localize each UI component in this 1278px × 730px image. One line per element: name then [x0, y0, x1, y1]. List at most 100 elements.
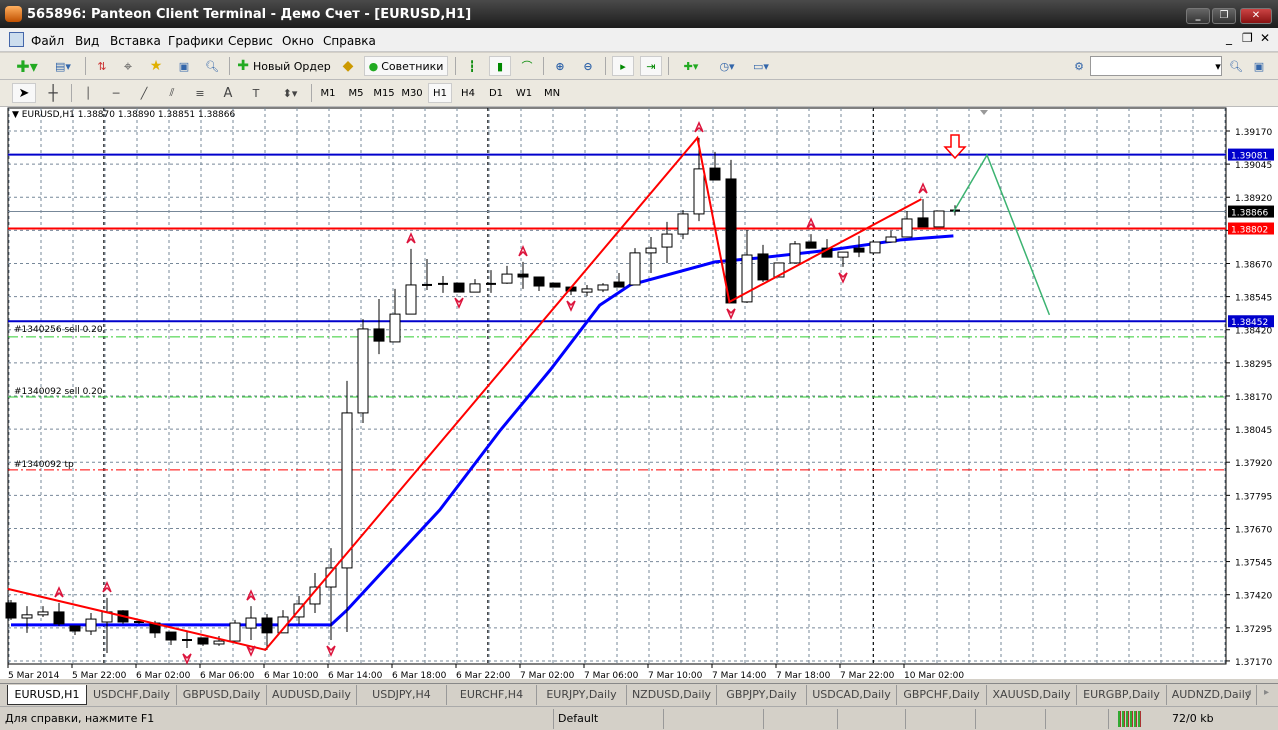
menu-tools[interactable]: Сервис — [228, 34, 273, 48]
chart-tab[interactable]: GBPUSD,Daily — [177, 685, 267, 705]
settings-gear-icon[interactable]: ⚙ — [1070, 56, 1088, 76]
mdi-minimize-button[interactable]: _ — [1226, 31, 1232, 45]
chart-tab[interactable]: USDCHF,Daily — [87, 685, 177, 705]
auto-scroll-icon[interactable]: ▸ — [612, 56, 634, 76]
candle-bull — [85, 618, 97, 632]
price-chart[interactable]: 1.391701.390451.389201.387951.386701.385… — [0, 107, 1278, 679]
expert-advisors-button[interactable]: ● Советники — [364, 56, 448, 76]
chart-tabs: EURUSD,H1 USDCHF,Daily GBPUSD,Daily AUDUSD,… — [0, 683, 1278, 705]
connection-status-icon[interactable] — [1118, 711, 1142, 727]
zoom-in-icon[interactable]: ⊕ — [550, 56, 570, 76]
chart-tab[interactable]: AUDUSD,Daily — [267, 685, 357, 705]
timeframe-h1[interactable]: H1 — [428, 83, 452, 103]
mdi-restore-button[interactable]: ❐ — [1242, 31, 1253, 45]
timeframe-m5[interactable]: M5 — [344, 83, 368, 103]
candle-bull — [37, 611, 49, 616]
search-icon[interactable]: 🔍︎ — [1227, 56, 1245, 76]
minimize-button[interactable]: _ — [1186, 8, 1210, 24]
zoom-out-icon[interactable]: ⊖ — [578, 56, 598, 76]
tab-scroll-right-icon[interactable]: ▸ — [1264, 687, 1269, 698]
timeframe-d1[interactable]: D1 — [484, 83, 508, 103]
templates-icon[interactable]: ▭▾ — [746, 56, 776, 76]
new-order-button[interactable]: ✚ Новый Ордер — [236, 56, 332, 76]
chart-tab[interactable]: AUDNZD,Daily — [1167, 685, 1257, 705]
timeframe-m30[interactable]: M30 — [400, 83, 424, 103]
chart-tab[interactable]: GBPJPY,Daily — [717, 685, 807, 705]
crosshair-icon[interactable]: ┼ — [42, 83, 64, 103]
chart-window-icon[interactable] — [9, 32, 24, 47]
candlestick-chart-icon[interactable]: ▮ — [489, 56, 511, 76]
menu-insert[interactable]: Вставка — [110, 34, 161, 48]
order-label[interactable]: #1340092 sell 0.20 — [14, 387, 103, 397]
chart-tab[interactable]: EURUSD,H1 — [7, 685, 87, 705]
trendline-icon[interactable]: ╱ — [134, 83, 154, 103]
search-dropdown-icon[interactable]: ▾ — [1212, 56, 1224, 76]
vertical-line-icon[interactable]: │ — [78, 83, 98, 103]
order-label[interactable]: #1340256 sell 0.20 — [14, 325, 103, 335]
text-icon[interactable]: A — [218, 83, 238, 103]
status-traffic: 72/0 kb — [1172, 712, 1214, 725]
arrows-icon[interactable]: ⬍▾ — [276, 83, 304, 103]
candle-bull — [693, 168, 705, 215]
candle-bull — [341, 412, 353, 569]
candle-bull — [677, 213, 689, 235]
crosshair-data-window-icon[interactable]: ⌖ — [118, 56, 138, 76]
status-bar: Для справки, нажмите F1 Default 72/0 kb — [0, 706, 1278, 730]
chart-tab[interactable]: EURJPY,Daily — [537, 685, 627, 705]
community-icon[interactable]: ▣ — [1250, 56, 1268, 76]
horizontal-line-icon[interactable]: ─ — [106, 83, 126, 103]
timeframe-w1[interactable]: W1 — [512, 83, 536, 103]
window-title: 565896: Panteon Client Terminal - Демо С… — [27, 7, 472, 22]
menu-file[interactable]: Файл — [31, 34, 64, 48]
chart-symbol-quote: EURUSD,H1 1.38870 1.38890 1.38851 1.3886… — [21, 110, 236, 120]
timeframe-m1[interactable]: M1 — [316, 83, 340, 103]
navigator-icon[interactable]: ★ — [145, 56, 167, 76]
menu-view[interactable]: Вид — [75, 34, 99, 48]
chart-tab[interactable]: GBPCHF,Daily — [897, 685, 987, 705]
candle-bull — [581, 288, 593, 293]
chart-tab[interactable]: XAUUSD,Daily — [987, 685, 1077, 705]
price-label: 1.39081 — [1231, 152, 1268, 162]
periods-icon[interactable]: ◷▾ — [712, 56, 742, 76]
menu-window[interactable]: Окно — [282, 34, 314, 48]
chart-tab[interactable]: USDJPY,H4 — [357, 685, 447, 705]
indicators-icon[interactable]: ✚▾ — [676, 56, 706, 76]
fibonacci-icon[interactable]: ≡ — [190, 83, 210, 103]
timeframe-m15[interactable]: M15 — [372, 83, 396, 103]
candle-bear — [757, 253, 769, 281]
equidistant-channel-icon[interactable]: ⫽ — [162, 83, 182, 103]
menu-charts[interactable]: Графики — [168, 34, 223, 48]
chart-tab[interactable]: NZDUSD,Daily — [627, 685, 717, 705]
timeframe-mn[interactable]: MN — [540, 83, 564, 103]
market-watch-icon[interactable]: ⇅ — [92, 56, 112, 76]
mdi-close-button[interactable]: ✕ — [1260, 31, 1270, 45]
metaeditor-icon[interactable]: ◆ — [338, 56, 358, 76]
menu-help[interactable]: Справка — [323, 34, 376, 48]
chart-window[interactable]: 1.391701.390451.389201.387951.386701.385… — [0, 107, 1278, 679]
timeframe-h4[interactable]: H4 — [456, 83, 480, 103]
chart-shift-icon[interactable]: ⇥ — [640, 56, 662, 76]
line-chart-icon[interactable]: ⌒ — [517, 56, 537, 76]
chart-tab[interactable]: EURCHF,H4 — [447, 685, 537, 705]
search-input[interactable] — [1090, 56, 1222, 76]
terminal-icon[interactable]: ▣ — [174, 56, 194, 76]
order-label[interactable]: #1340092 tp — [14, 460, 74, 470]
profiles-icon[interactable]: ▤▾ — [48, 56, 78, 76]
tab-scroll-left-icon[interactable]: ◂ — [1246, 687, 1251, 698]
chart-tab[interactable]: EURGBP,Daily — [1077, 685, 1167, 705]
strategy-tester-icon[interactable]: 🔍︎ — [202, 56, 222, 76]
maximize-button[interactable]: ❐ — [1212, 8, 1236, 24]
text-label-icon[interactable]: T — [246, 83, 266, 103]
candle-bull — [869, 241, 881, 254]
candle-bear — [549, 282, 561, 288]
x-tick-label: 6 Mar 18:00 — [392, 671, 447, 679]
candle-bear — [261, 617, 273, 634]
y-tick-label: 1.38170 — [1235, 393, 1272, 403]
bar-chart-icon[interactable]: ┇ — [462, 56, 482, 76]
close-button[interactable]: ✕ — [1240, 8, 1272, 24]
chart-tab[interactable]: USDCAD,Daily — [807, 685, 897, 705]
cursor-icon[interactable]: ➤ — [12, 83, 36, 103]
candle-bear — [533, 276, 545, 287]
new-order-icon: ✚ — [237, 58, 249, 74]
new-chart-icon[interactable]: ✚▾ — [12, 56, 42, 76]
